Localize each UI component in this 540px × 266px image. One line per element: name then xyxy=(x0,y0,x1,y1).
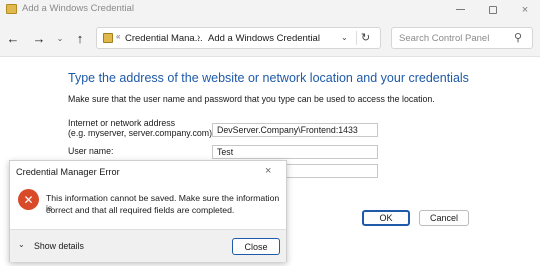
control-panel-icon xyxy=(6,4,17,14)
chevron-down-icon[interactable]: ⌄ xyxy=(18,240,25,249)
error-icon: ✕ xyxy=(18,189,39,210)
forward-button[interactable]: → xyxy=(29,28,49,48)
close-window-button[interactable]: × xyxy=(510,0,540,19)
show-details-toggle[interactable]: Show details xyxy=(34,241,84,251)
control-panel-icon xyxy=(103,33,113,43)
title-bar: Add a Windows Credential × xyxy=(0,0,540,19)
navigation-toolbar: ← → ⌄ ↑ « Credential Mana... › Add a Win… xyxy=(0,19,540,57)
chevron-down-icon: ⌄ xyxy=(56,33,64,43)
refresh-button[interactable]: ↻ xyxy=(361,31,370,44)
recent-locations-button[interactable]: ⌄ xyxy=(50,28,70,48)
minimize-button[interactable] xyxy=(445,0,475,19)
ok-button[interactable]: OK xyxy=(362,210,410,226)
cancel-button[interactable]: Cancel xyxy=(419,210,469,226)
add-credential-window: Add a Windows Credential × ← → ⌄ ↑ « Cre… xyxy=(0,0,540,266)
arrow-left-icon: ← xyxy=(6,30,20,46)
arrow-up-icon: ↑ xyxy=(76,30,84,46)
maximize-icon xyxy=(489,5,497,14)
search-placeholder: Search Control Panel xyxy=(399,33,490,44)
address-field[interactable]: DevServer.Company\Frontend:1433 xyxy=(212,123,378,137)
error-message-line: correct and that all required fields are… xyxy=(46,205,235,215)
dialog-footer: ⌄ Show details Close xyxy=(10,229,286,262)
search-input[interactable]: Search Control Panel ⚲ xyxy=(391,27,533,49)
up-button[interactable]: ↑ xyxy=(70,28,90,48)
chevron-down-icon[interactable]: ⌄ xyxy=(341,33,348,42)
close-icon[interactable]: × xyxy=(265,165,271,177)
maximize-button[interactable] xyxy=(478,0,508,19)
window-title: Add a Windows Credential xyxy=(22,3,134,14)
chevron-right-icon: « xyxy=(116,32,121,41)
username-field[interactable]: Test xyxy=(212,145,378,159)
username-label: User name: xyxy=(68,146,114,156)
chevron-right-icon: › xyxy=(197,32,201,43)
address-label-example: (e.g. myserver, server.company.com): xyxy=(68,128,215,138)
divider xyxy=(356,31,357,45)
dialog-title: Credential Manager Error xyxy=(16,167,120,177)
back-button[interactable]: ← xyxy=(3,28,23,48)
error-dialog: Credential Manager Error × ✕ This inform… xyxy=(9,160,287,262)
arrow-right-icon: → xyxy=(32,30,46,46)
breadcrumb-add-credential[interactable]: Add a Windows Credential xyxy=(208,33,320,44)
dialog-close-button[interactable]: Close xyxy=(232,238,280,255)
minimize-icon xyxy=(455,9,465,10)
page-title: Type the address of the website or netwo… xyxy=(68,71,469,85)
close-icon: × xyxy=(521,3,529,16)
page-subtitle: Make sure that the user name and passwor… xyxy=(68,94,435,104)
address-bar[interactable]: « Credential Mana... › Add a Windows Cre… xyxy=(96,27,381,49)
search-icon[interactable]: ⚲ xyxy=(514,31,522,44)
breadcrumb-credential-manager[interactable]: Credential Mana... xyxy=(125,33,203,44)
